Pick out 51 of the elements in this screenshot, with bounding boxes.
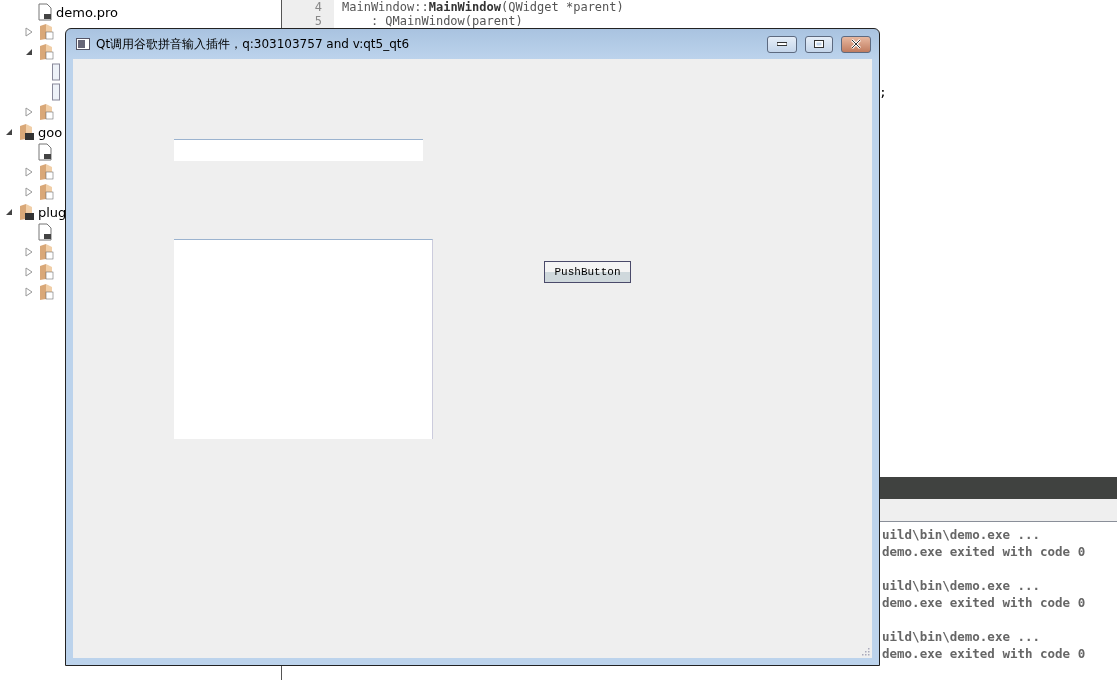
folder-icon: [38, 23, 54, 41]
folder-icon: [38, 243, 54, 261]
expand-arrow-icon[interactable]: [24, 187, 34, 197]
window-title: Qt调用谷歌拼音输入插件，q:303103757 and v:qt5_qt6: [96, 35, 411, 53]
output-line: demo.exe exited with code 0: [882, 646, 1086, 663]
output-line: uild\bin\demo.exe ...: [882, 629, 1041, 646]
collapse-arrow-icon[interactable]: [4, 127, 14, 137]
expand-arrow-icon[interactable]: [24, 267, 34, 277]
expand-arrow-icon[interactable]: [24, 107, 34, 117]
line-number: 4: [282, 0, 334, 14]
file-icon: [52, 83, 60, 101]
minimize-button[interactable]: [767, 35, 797, 53]
tree-item-label[interactable]: goo: [38, 124, 63, 140]
text-edit-field[interactable]: [174, 239, 433, 439]
file-icon: [38, 223, 52, 241]
output-line: uild\bin\demo.exe ...: [882, 527, 1041, 544]
line-edit-field[interactable]: [174, 139, 423, 161]
maximize-button[interactable]: [805, 35, 833, 53]
project-folder-icon: [18, 203, 34, 221]
output-line: demo.exe exited with code 0: [882, 595, 1086, 612]
push-button[interactable]: PushButton: [544, 261, 631, 283]
file-icon: [38, 3, 52, 21]
code-fragment: ;: [879, 84, 887, 99]
expand-arrow-icon[interactable]: [24, 167, 34, 177]
close-icon: [850, 39, 862, 49]
size-grip-icon[interactable]: [860, 646, 870, 656]
output-line: demo.exe exited with code 0: [882, 544, 1086, 561]
folder-icon: [38, 163, 54, 181]
output-line: uild\bin\demo.exe ...: [882, 578, 1041, 595]
tree-item-label[interactable]: demo.pro: [56, 4, 119, 20]
code-line: : QMainWindow(parent): [369, 14, 523, 28]
code-line: MainWindow::MainWindow(QWidget *parent): [341, 0, 624, 14]
maximize-icon: [814, 40, 824, 48]
minimize-icon: [777, 42, 787, 46]
expand-arrow-icon[interactable]: [24, 287, 34, 297]
folder-icon: [38, 103, 54, 121]
folder-icon: [38, 183, 54, 201]
tree-item-label[interactable]: plug: [38, 204, 67, 220]
collapse-arrow-icon[interactable]: [24, 47, 34, 57]
file-icon: [52, 63, 60, 81]
line-number: 5: [282, 14, 334, 28]
expand-arrow-icon[interactable]: [24, 247, 34, 257]
close-button[interactable]: [841, 35, 871, 53]
window-icon: [76, 38, 90, 50]
collapse-arrow-icon[interactable]: [4, 207, 14, 217]
project-folder-icon: [18, 123, 34, 141]
file-icon: [38, 143, 52, 161]
folder-icon: [38, 283, 54, 301]
folder-icon: [38, 263, 54, 281]
folder-icon: [38, 43, 54, 61]
expand-arrow-icon[interactable]: [24, 27, 34, 37]
